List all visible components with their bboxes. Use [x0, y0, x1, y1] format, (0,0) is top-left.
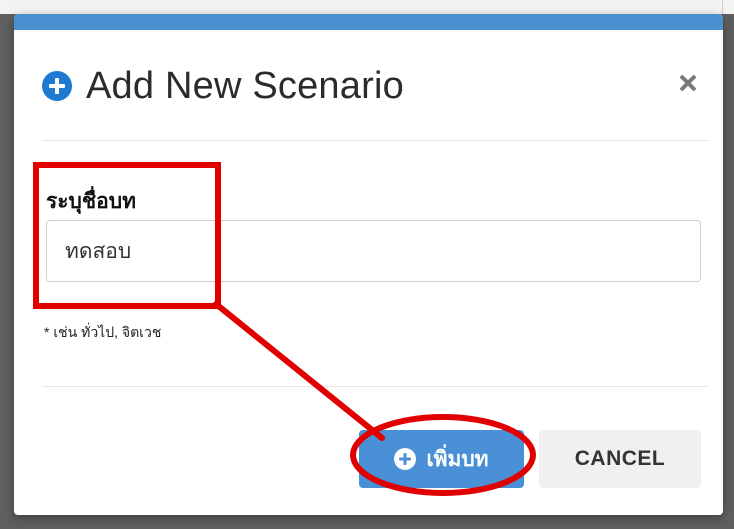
add-scenario-modal: Add New Scenario ระบุชื่อบท * เช่น ทั่วไ…	[14, 14, 723, 515]
add-scenario-button-label: เพิ่มบท	[426, 447, 489, 471]
modal-title: Add New Scenario	[86, 65, 404, 107]
add-scenario-button[interactable]: เพิ่มบท	[359, 430, 524, 488]
background-page-top	[0, 0, 734, 14]
cancel-button-label: CANCEL	[574, 447, 666, 470]
scenario-name-input[interactable]	[46, 220, 701, 282]
modal-title-group: Add New Scenario	[42, 67, 404, 105]
modal-footer: เพิ่มบท CANCEL	[14, 386, 723, 515]
close-icon[interactable]	[675, 70, 701, 96]
scenario-name-label: ระบุชื่อบท	[46, 190, 136, 213]
cancel-button[interactable]: CANCEL	[539, 430, 701, 488]
plus-circle-icon	[42, 71, 72, 101]
scenario-name-hint: * เช่น ทั่วไป, จิตเวช	[44, 324, 162, 340]
header-divider	[42, 140, 708, 141]
plus-circle-icon	[394, 448, 417, 470]
background-divider	[722, 0, 723, 14]
modal-content: Add New Scenario ระบุชื่อบท * เช่น ทั่วไ…	[14, 14, 723, 515]
